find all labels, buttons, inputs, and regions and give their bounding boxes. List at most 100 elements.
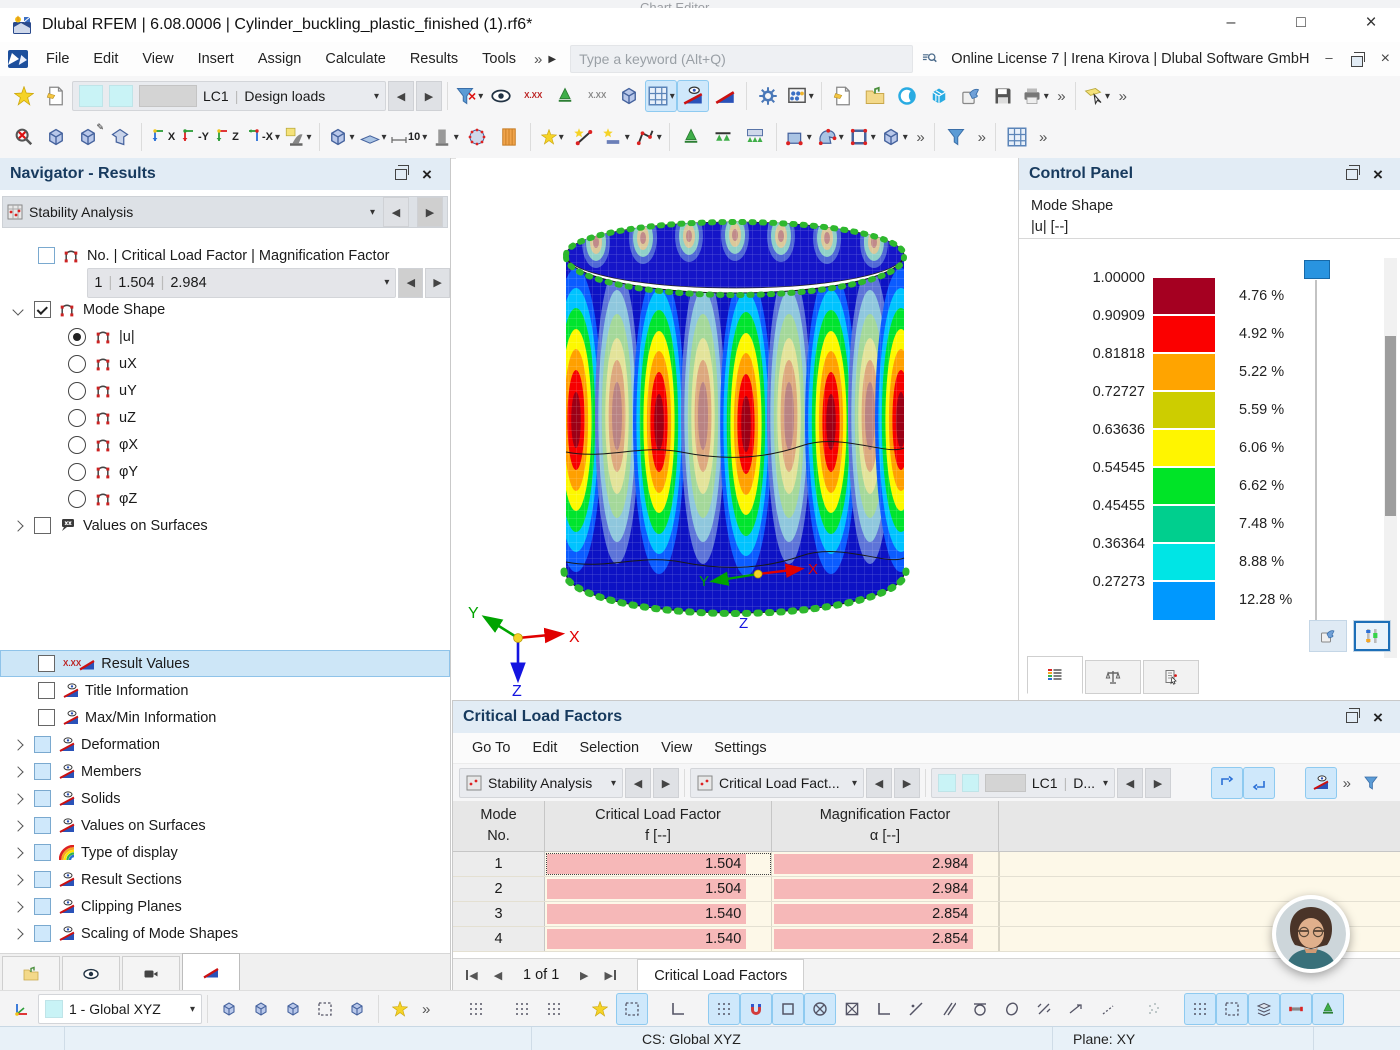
wall-panel-icon[interactable] — [493, 121, 525, 153]
toolbar-overflow-icon[interactable]: » — [1337, 775, 1355, 792]
expander-closed-icon[interactable] — [12, 847, 23, 858]
list-item-result-sections[interactable]: Result Sections — [0, 866, 450, 893]
new-cs-icon[interactable] — [213, 993, 245, 1025]
show-deformation-icon[interactable] — [485, 80, 517, 112]
checkbox[interactable] — [38, 655, 55, 672]
plane-icon[interactable]: ▾ — [357, 121, 389, 153]
export-scale-button[interactable] — [1309, 620, 1347, 652]
next-lc-button[interactable]: ▶ — [1145, 768, 1171, 798]
toolbar-overflow-icon[interactable]: » — [910, 129, 928, 146]
tree-row-critical-load-factor[interactable]: No. | Critical Load Factor | Magnificati… — [0, 242, 450, 269]
point-cloud-icon[interactable] — [1138, 993, 1170, 1025]
load-case-combo[interactable]: LC1 | Design loads ▾ — [72, 81, 386, 111]
control-panel-scrollbar[interactable] — [1384, 258, 1397, 658]
request-icon[interactable] — [955, 80, 987, 112]
next-page-button[interactable]: ▶ — [571, 962, 597, 988]
close-panel-icon[interactable]: × — [1365, 706, 1391, 728]
rfem-models-icon[interactable] — [923, 80, 955, 112]
cell-empty[interactable] — [999, 852, 1400, 876]
user-avatar[interactable] — [1272, 895, 1350, 973]
new-solid-icon[interactable]: ▾ — [878, 121, 910, 153]
radio-phiz[interactable] — [68, 490, 86, 508]
snap-nearest-icon[interactable] — [1092, 993, 1124, 1025]
new-opening-icon[interactable]: ▾ — [846, 121, 878, 153]
column-icon[interactable]: ▾ — [429, 121, 461, 153]
nodal-support-icon[interactable] — [675, 121, 707, 153]
navigator-tab-views[interactable] — [122, 956, 180, 990]
show-results-icon[interactable] — [677, 80, 709, 112]
mesh-refinement-icon[interactable] — [461, 121, 493, 153]
cell-magnification-factor[interactable]: 2.984 — [772, 877, 999, 901]
cell-mode-no[interactable]: 4 — [453, 927, 545, 951]
radio-u-abs[interactable] — [68, 328, 86, 346]
snap-extension-icon[interactable] — [1060, 993, 1092, 1025]
expander-closed-icon[interactable] — [12, 928, 23, 939]
tree-row-component-uz[interactable]: uZ — [0, 404, 450, 431]
table-row[interactable]: 1 1.504 2.984 — [453, 852, 1400, 877]
menu-view[interactable]: View — [130, 45, 185, 73]
scrollbar-thumb[interactable] — [1385, 336, 1396, 516]
show-load-values-icon[interactable]: X.XX — [581, 80, 613, 112]
result-settings-icon[interactable] — [752, 80, 784, 112]
search-icon[interactable] — [922, 51, 937, 67]
edit-scale-button[interactable] — [1353, 620, 1391, 652]
list-item-solids[interactable]: Solids — [0, 785, 450, 812]
prev-lc-button[interactable]: ◀ — [1117, 768, 1143, 798]
checkbox[interactable] — [34, 925, 51, 942]
prev-load-case-button[interactable]: ◀ — [388, 81, 414, 111]
list-item-values-on-surfaces[interactable]: Values on Surfaces — [0, 812, 450, 839]
navigator-header[interactable]: Navigator - Results × — [0, 158, 450, 190]
tree-row-mode-shape[interactable]: Mode Shape — [0, 296, 450, 323]
close-panel-icon[interactable]: × — [1365, 163, 1391, 185]
checkbox[interactable] — [34, 898, 51, 915]
solid-model-icon[interactable]: ▾ — [325, 121, 357, 153]
align-cs-icon[interactable] — [341, 993, 373, 1025]
new-member-icon[interactable]: ▾ — [600, 121, 632, 153]
license-info[interactable]: Online License 7 | Irena Kirova | Dlubal… — [951, 51, 1309, 67]
tab-factors[interactable] — [1085, 660, 1141, 694]
move-cs-icon[interactable] — [277, 993, 309, 1025]
keyword-search-input[interactable] — [570, 45, 913, 73]
mode-shape-checkbox[interactable] — [34, 301, 51, 318]
expander-closed-icon[interactable] — [12, 874, 23, 885]
snap-intersection-icon[interactable] — [836, 993, 868, 1025]
dxf-grid-icon[interactable] — [1184, 993, 1216, 1025]
prev-analysis-button[interactable]: ◀ — [625, 768, 651, 798]
scale-color-block[interactable] — [1153, 354, 1215, 390]
scale-color-block[interactable] — [1153, 544, 1215, 580]
scale-color-block[interactable] — [1153, 506, 1215, 542]
view-x-icon[interactable]: X — [147, 121, 179, 153]
scale-slider-handle[interactable] — [1304, 260, 1330, 279]
save-icon[interactable] — [987, 80, 1019, 112]
grid-points-icon[interactable] — [538, 993, 570, 1025]
zoom-cancel-icon[interactable] — [8, 121, 40, 153]
table-row[interactable]: 3 1.540 2.854 — [453, 902, 1400, 927]
close-button[interactable]: × — [1348, 8, 1394, 38]
list-item-type-of-display[interactable]: Type of display — [0, 839, 450, 866]
checkbox[interactable] — [34, 736, 51, 753]
checkbox[interactable] — [34, 790, 51, 807]
radio-uy[interactable] — [68, 382, 86, 400]
selection-window-icon[interactable] — [1216, 993, 1248, 1025]
list-item-members[interactable]: Members — [0, 758, 450, 785]
dlubal-center-icon[interactable] — [891, 80, 923, 112]
cell-empty[interactable] — [999, 877, 1400, 901]
table-menu-edit[interactable]: Edit — [521, 740, 568, 756]
render-members-icon[interactable] — [1280, 993, 1312, 1025]
next-result-button[interactable]: ▶ — [894, 768, 920, 798]
filter-icon[interactable] — [940, 121, 972, 153]
show-solids-icon[interactable] — [613, 80, 645, 112]
tab-filter[interactable] — [1143, 660, 1199, 694]
scale-color-block[interactable] — [1153, 392, 1215, 428]
scale-color-block[interactable] — [1153, 316, 1215, 352]
checkbox[interactable] — [34, 817, 51, 834]
view-z-icon[interactable]: Z — [211, 121, 243, 153]
list-item-deformation[interactable]: Deformation — [0, 731, 450, 758]
show-mesh-icon[interactable]: ▾ — [645, 80, 677, 112]
new-file-icon[interactable] — [827, 80, 859, 112]
tab-color-scale[interactable] — [1027, 656, 1083, 694]
snap-points-icon[interactable] — [584, 993, 616, 1025]
last-page-button[interactable]: ▶ — [597, 962, 623, 988]
scale-color-block[interactable] — [1153, 278, 1215, 314]
snap-settings-icon[interactable] — [384, 993, 416, 1025]
